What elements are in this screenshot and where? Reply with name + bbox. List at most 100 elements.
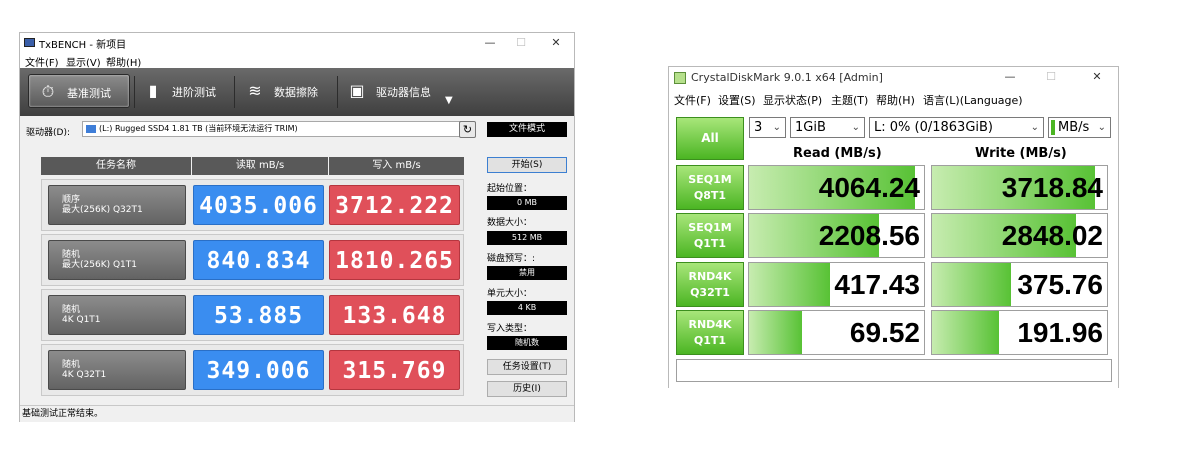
read-value: 4035.006 <box>193 185 324 225</box>
test-button-rnd4k-q1t1[interactable]: RND4K Q1T1 <box>676 310 744 355</box>
cdm-app-icon <box>674 72 686 84</box>
task-name-button[interactable]: 随机 4K Q1T1 <box>48 295 186 335</box>
tab-advanced-test[interactable]: ▮ 进阶测试 <box>134 74 234 108</box>
test-button-seq1m-q1t1[interactable]: SEQ1M Q1T1 <box>676 213 744 258</box>
comment-input[interactable] <box>676 359 1112 382</box>
toolbar-overflow-icon[interactable]: ▼ <box>445 95 453 106</box>
size-select[interactable]: 1GiB ⌄ <box>790 117 865 138</box>
txbench-toolbar: ⏱ 基准测试 ▮ 进阶测试 ≋ 数据擦除 ▣ 驱动器信息 <box>20 68 574 116</box>
write-bar <box>932 311 999 354</box>
chevron-down-icon: ⌄ <box>851 122 860 133</box>
minimize-button[interactable]: — <box>995 67 1025 87</box>
menu-language[interactable]: 语言(L)(Language) <box>923 92 1023 108</box>
start-position-label: 起始位置： <box>487 184 533 194</box>
count-select[interactable]: 3 ⌄ <box>749 117 786 138</box>
result-row: 随机 4K Q1T1 53.885 133.648 <box>41 289 464 341</box>
test-button-seq1m-q8t1[interactable]: SEQ1M Q8T1 <box>676 165 744 210</box>
task-name-button[interactable]: 随机 4K Q32T1 <box>48 350 186 390</box>
drive-info-icon: ▣ <box>349 81 365 100</box>
drive-select-value: (L:) Rugged SSD4 1.81 TB (当前环境无法运行 TRIM) <box>99 124 298 133</box>
drive-label: 驱动器(D): <box>26 128 70 138</box>
maximize-button[interactable]: ☐ <box>1036 67 1066 87</box>
header-task-name: 任务名称 <box>41 157 191 175</box>
menu-file[interactable]: 文件(F) <box>25 54 59 69</box>
write-header: Write (MB/s) <box>975 146 1067 161</box>
data-size-value[interactable]: 512 MB <box>487 231 567 245</box>
stopwatch-icon: ⏱ <box>41 82 55 101</box>
menu-help[interactable]: 帮助(H) <box>876 92 915 108</box>
start-position-value[interactable]: 0 MB <box>487 196 567 210</box>
cdm-titlebar: CrystalDiskMark 9.0.1 x64 [Admin] — ☐ ✕ <box>669 67 1118 89</box>
count-select-value: 3 <box>754 120 763 135</box>
tab-benchmark-label: 基准测试 <box>67 87 111 100</box>
test-label-line1: RND4K <box>688 318 732 331</box>
start-button[interactable]: 开始(S) <box>487 157 567 173</box>
cdm-body: All 3 ⌄ 1GiB ⌄ L: 0% (0/1863GiB) ⌄ MB/s … <box>669 109 1118 389</box>
file-mode-button[interactable]: 文件模式 <box>487 122 567 137</box>
unit-size-value[interactable]: 4 KB <box>487 301 567 315</box>
write-value: 375.76 <box>1017 269 1103 300</box>
write-type-value[interactable]: 随机数 <box>487 336 567 350</box>
toolbar-divider <box>234 76 235 108</box>
read-value: 69.52 <box>849 317 920 348</box>
close-button[interactable]: ✕ <box>541 33 571 53</box>
tab-benchmark[interactable]: ⏱ 基准测试 <box>28 74 130 108</box>
write-value: 1810.265 <box>329 240 460 280</box>
header-write: 写入 mB/s <box>329 157 464 175</box>
task-name-button[interactable]: 随机 最大(256K) Q1T1 <box>48 240 186 280</box>
preconditioning-label: 磁盘预写：: <box>487 254 536 264</box>
menu-view[interactable]: 显示(V) <box>66 54 101 69</box>
task-settings-button[interactable]: 任务设置(T) <box>487 359 567 375</box>
preconditioning-value[interactable]: 禁用 <box>487 266 567 280</box>
txbench-menubar: 文件(F) 显示(V) 帮助(H) <box>20 53 574 69</box>
task-name-line1: 随机 <box>62 250 81 260</box>
close-button[interactable]: ✕ <box>1082 67 1112 87</box>
test-label-line2: Q1T1 <box>693 237 727 250</box>
cdm-title: CrystalDiskMark 9.0.1 x64 [Admin] <box>691 71 883 84</box>
unit-indicator <box>1051 120 1055 135</box>
write-value: 2848.02 <box>1001 220 1103 251</box>
write-result: 3718.84 <box>931 165 1108 210</box>
unit-select[interactable]: MB/s ⌄ <box>1048 117 1111 138</box>
task-name-button[interactable]: 顺序 最大(256K) Q32T1 <box>48 185 186 225</box>
menu-help[interactable]: 帮助(H) <box>106 54 141 69</box>
menu-file[interactable]: 文件(F) <box>674 92 711 108</box>
read-value: 4064.24 <box>818 172 920 203</box>
tab-drive-info[interactable]: ▣ 驱动器信息 <box>338 74 442 108</box>
task-name-line1: 随机 <box>62 360 81 370</box>
menu-theme[interactable]: 主题(T) <box>831 92 868 108</box>
read-value: 349.006 <box>193 350 324 390</box>
chevron-down-icon: ⌄ <box>1030 122 1039 133</box>
menu-settings[interactable]: 设置(S) <box>718 92 756 108</box>
header-read: 读取 mB/s <box>192 157 328 175</box>
txbench-window: TxBENCH - 新项目 — ☐ ✕ 文件(F) 显示(V) 帮助(H) ⏱ … <box>19 32 575 422</box>
drive-select[interactable]: L: 0% (0/1863GiB) ⌄ <box>869 117 1044 138</box>
minimize-button[interactable]: — <box>475 33 505 53</box>
test-button-rnd4k-q32t1[interactable]: RND4K Q32T1 <box>676 262 744 307</box>
read-bar <box>749 263 830 306</box>
test-label-line1: RND4K <box>688 270 732 283</box>
txbench-title: TxBENCH - 新项目 <box>39 40 127 51</box>
crystaldiskmark-window: CrystalDiskMark 9.0.1 x64 [Admin] — ☐ ✕ … <box>668 66 1119 389</box>
maximize-button[interactable]: ☐ <box>506 33 536 53</box>
history-button[interactable]: 历史(I) <box>487 381 567 397</box>
refresh-button[interactable]: ↻ <box>459 121 476 138</box>
drive-icon <box>86 125 96 133</box>
test-label-line1: SEQ1M <box>688 173 732 186</box>
test-label-line2: Q8T1 <box>693 189 727 202</box>
menu-profile[interactable]: 显示状态(P) <box>763 92 822 108</box>
size-select-value: 1GiB <box>795 120 826 135</box>
task-name-line2: 最大(256K) Q32T1 <box>62 205 143 215</box>
drive-select[interactable]: (L:) Rugged SSD4 1.81 TB (当前环境无法运行 TRIM)… <box>82 121 472 137</box>
unit-size-label: 单元大小： <box>487 289 533 299</box>
read-header: Read (MB/s) <box>793 146 882 161</box>
tab-data-erase-label: 数据擦除 <box>274 86 318 99</box>
task-name-line2: 4K Q1T1 <box>62 315 101 325</box>
all-button[interactable]: All <box>676 117 744 160</box>
write-value: 191.96 <box>1017 317 1103 348</box>
test-label-line2: Q1T1 <box>693 334 727 347</box>
read-bar <box>749 311 802 354</box>
txbench-titlebar: TxBENCH - 新项目 — ☐ ✕ <box>20 33 574 53</box>
task-name-line2: 最大(256K) Q1T1 <box>62 260 137 270</box>
tab-data-erase[interactable]: ≋ 数据擦除 <box>236 74 336 108</box>
